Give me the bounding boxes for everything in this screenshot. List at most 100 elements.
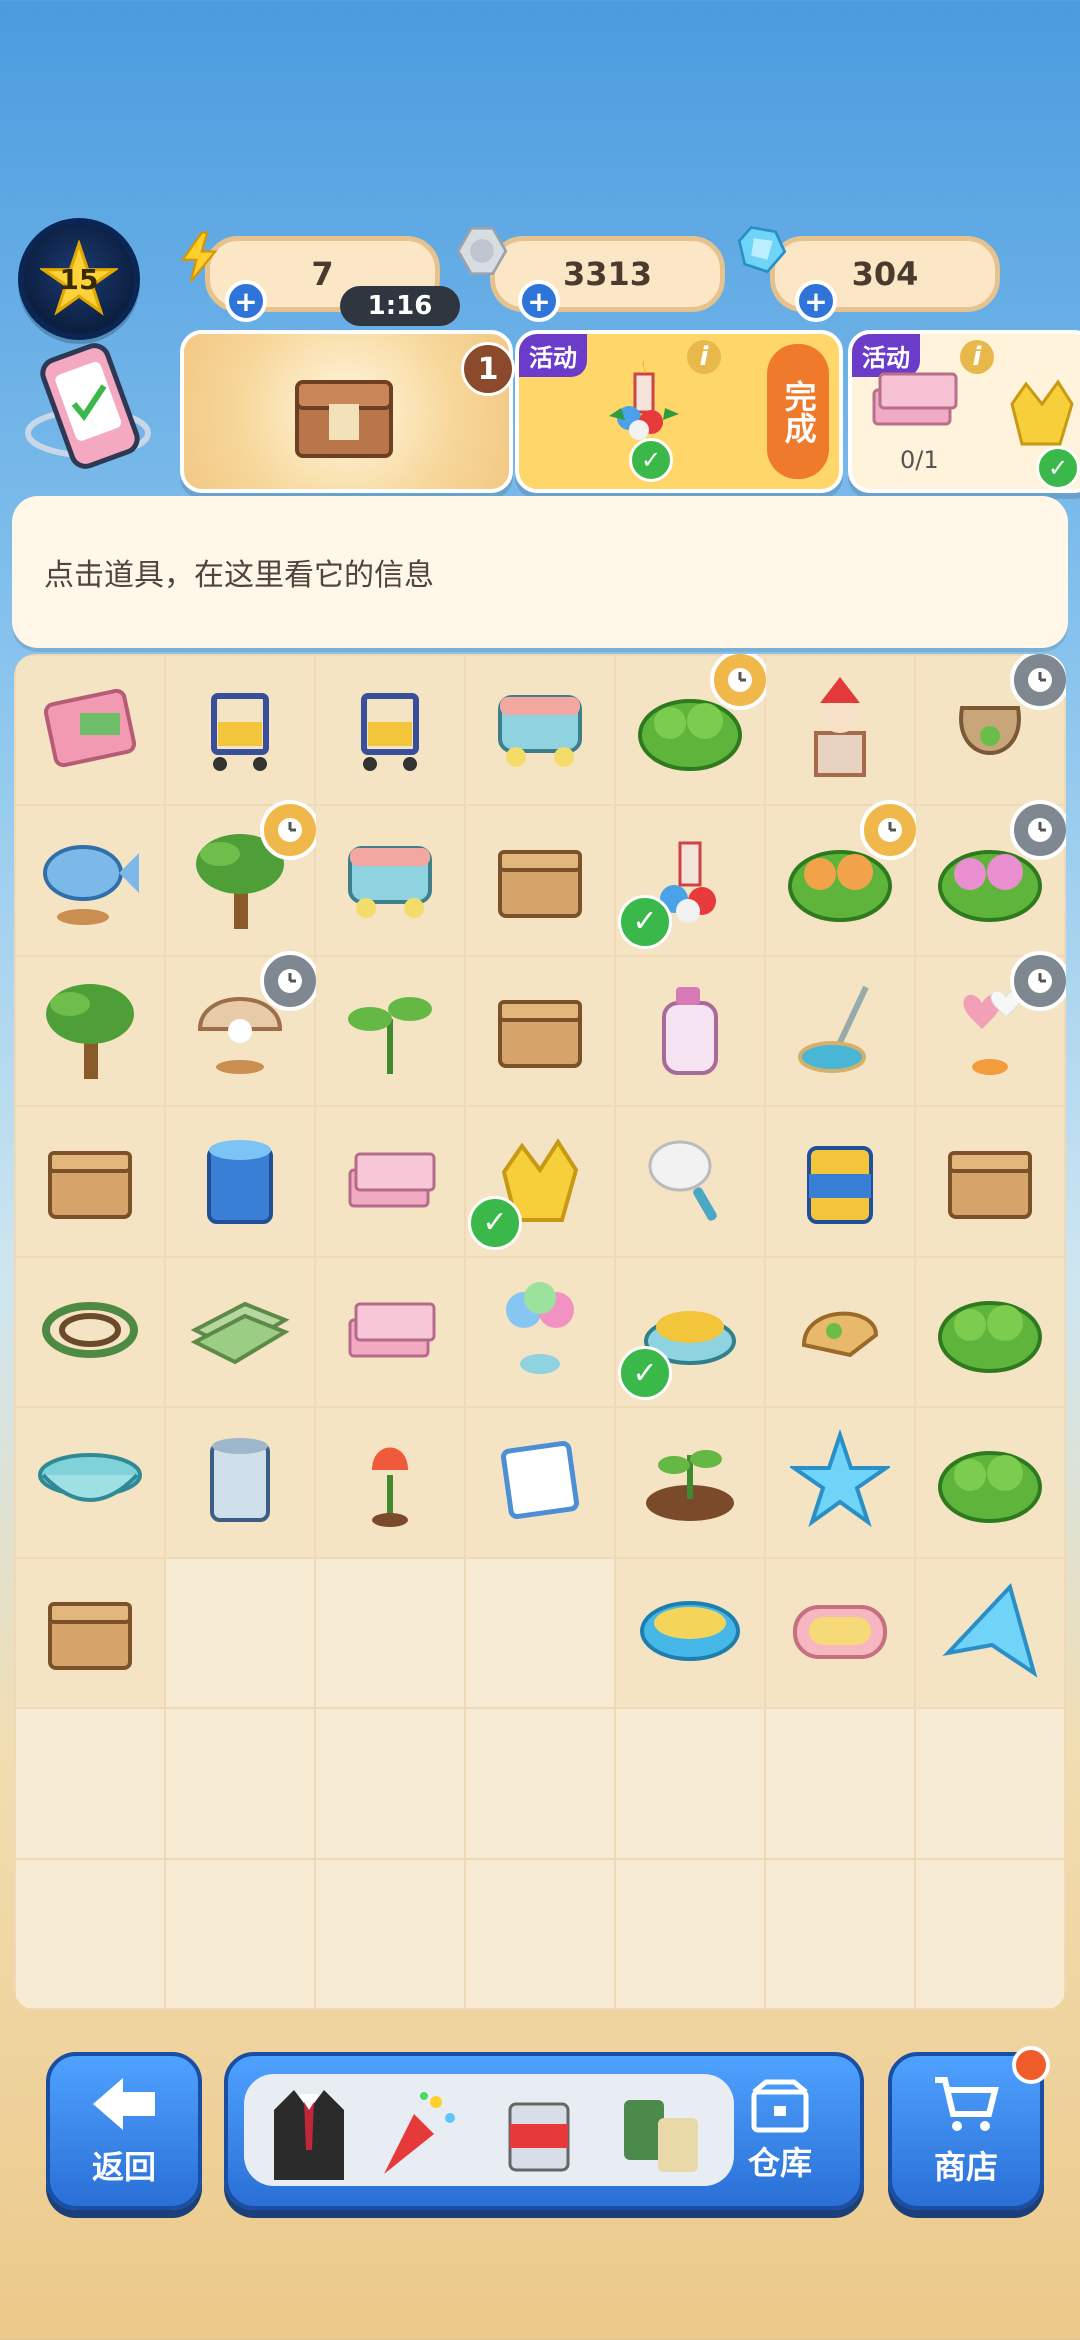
inventory-cell[interactable] (16, 1257, 164, 1407)
inventory-cell[interactable] (16, 1408, 164, 1557)
inventory-cell[interactable] (766, 1107, 914, 1256)
inventory-cell[interactable] (316, 1859, 464, 2008)
inventory-cell[interactable] (916, 950, 1066, 1106)
inventory-cell[interactable] (316, 1107, 464, 1256)
inventory-cell[interactable] (316, 1558, 464, 1708)
add-energy-button[interactable]: + (225, 280, 267, 322)
inventory-cell[interactable] (466, 1408, 614, 1557)
inventory-cell[interactable] (16, 1709, 164, 1858)
inventory-cell[interactable] (916, 1408, 1064, 1557)
clock-icon (260, 950, 320, 1011)
phone-icon[interactable] (18, 338, 158, 478)
info-icon-2[interactable]: i (960, 340, 994, 374)
inventory-cell[interactable] (466, 1859, 614, 2008)
soap-bar-icon (785, 1591, 895, 1675)
inventory-cell[interactable] (916, 1859, 1064, 2008)
inventory-cell[interactable] (616, 1408, 764, 1557)
inventory-cell[interactable] (166, 1107, 314, 1256)
gems-value: 304 (851, 255, 919, 293)
cash-stack-icon (340, 1140, 440, 1224)
inventory-cell[interactable] (916, 654, 1066, 805)
inventory-cell[interactable] (916, 800, 1066, 955)
paint-bucket-icon[interactable] (494, 2084, 584, 2184)
green-cloth-icon (185, 1290, 295, 1374)
suit-icon[interactable] (264, 2080, 354, 2184)
inventory-cell[interactable]: ✓ (616, 1257, 764, 1407)
balloon-bunch-icon (492, 1280, 588, 1384)
inventory-cell[interactable] (466, 1257, 614, 1407)
activity-task-card-2[interactable]: 活动 i 0/1 ✓ (848, 330, 1080, 493)
inventory-cell[interactable] (166, 1709, 314, 1858)
inventory-cell[interactable] (466, 806, 614, 955)
storage-button[interactable]: 仓库 (748, 2078, 812, 2184)
inventory-cell[interactable] (16, 656, 164, 805)
inventory-cell[interactable] (316, 806, 464, 955)
shop-button[interactable]: 商店 (888, 2046, 1050, 2210)
thread-spools-icon[interactable] (614, 2090, 714, 2184)
inventory-cell[interactable] (616, 1107, 764, 1256)
inventory-cell[interactable] (166, 1257, 314, 1407)
activity-task-card[interactable]: 活动 i ✓ 完成 (515, 330, 843, 493)
inventory-cell[interactable] (916, 1558, 1064, 1708)
sponge-icon (635, 1591, 745, 1675)
clock-icon (1010, 950, 1066, 1011)
inventory-cell[interactable] (766, 1709, 914, 1858)
info-icon[interactable]: i (687, 340, 721, 374)
inventory-cell[interactable] (766, 956, 914, 1106)
inventory-cell[interactable] (316, 656, 464, 805)
inventory-cell[interactable] (16, 956, 164, 1106)
inventory-cell[interactable] (616, 956, 764, 1106)
santa-chimney-icon (790, 673, 890, 787)
back-button[interactable]: 返回 (46, 2052, 202, 2210)
clock-icon (710, 654, 770, 710)
inventory-cell[interactable] (466, 1558, 614, 1708)
inventory-cell[interactable] (916, 1257, 1064, 1407)
inventory-cell[interactable] (16, 1107, 164, 1256)
inventory-cell[interactable]: ✓ (616, 806, 764, 955)
wooden-crate-tools-icon (490, 984, 590, 1078)
inventory-cell[interactable] (616, 654, 770, 805)
complete-button[interactable]: 完成 (767, 344, 829, 479)
inventory-cell[interactable] (766, 1257, 914, 1407)
inventory-grid: ✓ ✓ ✓ (14, 654, 1066, 2010)
level-number: 15 (59, 262, 99, 296)
toy-box-icon (340, 834, 440, 928)
inventory-cell[interactable] (766, 656, 914, 805)
inventory-cell[interactable] (766, 800, 920, 955)
inventory-cell[interactable] (316, 1709, 464, 1858)
inventory-cell[interactable] (466, 656, 614, 805)
energy-timer: 1:16 (340, 286, 460, 326)
completed-check-icon: ✓ (629, 438, 673, 482)
chest-task-card[interactable]: 1 (180, 330, 515, 493)
inventory-cell[interactable] (316, 1408, 464, 1557)
inventory-cell[interactable] (166, 1558, 314, 1708)
inventory-cell[interactable] (166, 1408, 314, 1557)
inventory-cell[interactable] (316, 1257, 464, 1407)
add-coins-button[interactable]: + (518, 280, 560, 322)
inventory-cell[interactable] (616, 1859, 764, 2008)
party-popper-icon[interactable] (374, 2084, 464, 2184)
inventory-cell[interactable] (166, 1859, 314, 2008)
inventory-cell[interactable] (166, 950, 320, 1106)
inventory-cell[interactable]: ✓ (466, 1107, 614, 1256)
coins-value: 3313 (562, 255, 653, 293)
inventory-cell[interactable] (466, 956, 614, 1106)
inventory-cell[interactable] (466, 1709, 614, 1858)
inventory-cell[interactable] (766, 1859, 914, 2008)
inventory-cell[interactable] (616, 1709, 764, 1858)
inventory-cell[interactable] (16, 1558, 164, 1708)
inventory-cell[interactable] (616, 1558, 764, 1708)
inventory-cell[interactable] (316, 956, 464, 1106)
item-tray[interactable]: 仓库 (224, 2052, 864, 2210)
inventory-cell[interactable] (766, 1408, 914, 1557)
candle-ornaments-icon (599, 356, 689, 450)
level-badge[interactable]: 15 (18, 218, 140, 340)
add-gems-button[interactable]: + (795, 280, 837, 322)
inventory-cell[interactable] (16, 806, 164, 955)
inventory-cell[interactable] (166, 656, 314, 805)
inventory-cell[interactable] (16, 1859, 164, 2008)
inventory-cell[interactable] (916, 1709, 1064, 1858)
inventory-cell[interactable] (166, 800, 320, 955)
inventory-cell[interactable] (766, 1558, 914, 1708)
inventory-cell[interactable] (916, 1107, 1064, 1256)
